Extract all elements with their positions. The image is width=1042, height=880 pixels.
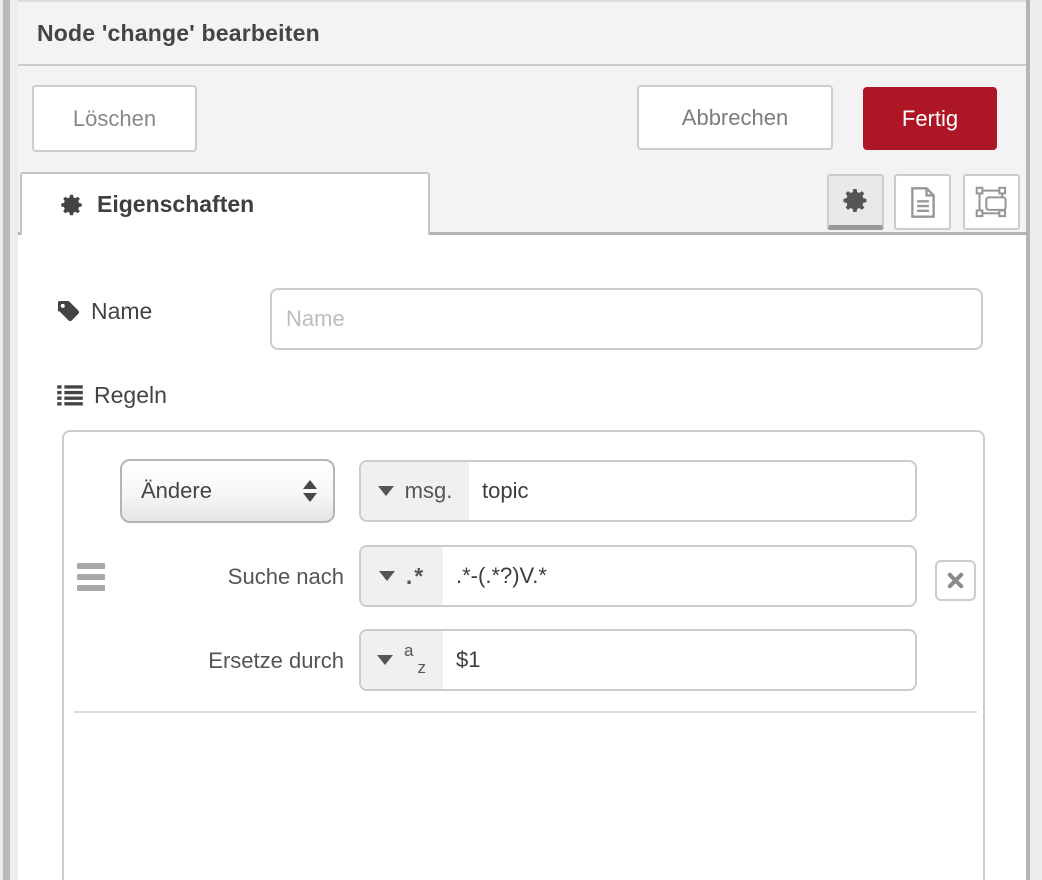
rules-list: Ändere msg. Suche nach [62,430,985,880]
name-input[interactable] [270,288,983,350]
list-icon [57,384,83,407]
property-value-input[interactable] [469,462,915,520]
search-label: Suche nach [227,564,344,589]
replace-type-button[interactable]: a z [361,631,443,689]
rules-label-text: Regeln [94,382,167,408]
appearance-tab-button[interactable] [963,174,1020,230]
rule-action-select[interactable]: Ändere [120,459,335,523]
name-label: Name [57,298,152,325]
rule-search-field: .* [359,545,917,607]
regex-type-icon: .* [405,562,426,589]
dialog-title: Node 'change' bearbeiten [37,19,320,46]
gear-icon [60,193,84,217]
description-tab-button[interactable] [894,174,951,230]
tray-edge-line [1026,0,1030,880]
tab-properties-label: Eigenschaften [97,191,255,217]
doc-icon [910,186,936,218]
properties-form: Name Regeln Ändere [18,235,1026,880]
property-type-button[interactable]: msg. [361,462,469,520]
chevron-down-icon [378,571,395,581]
appearance-icon [975,186,1009,219]
screen: Node 'change' bearbeiten Löschen Abbrech… [0,0,1042,880]
palette-scrollbar[interactable] [3,0,10,880]
gear-icon [842,187,869,214]
properties-tab-button[interactable] [827,174,884,230]
string-type-icon: a z [404,641,426,677]
dialog-header: Node 'change' bearbeiten [18,2,1026,66]
cancel-button[interactable]: Abbrechen [637,85,833,150]
replace-value-input[interactable] [443,631,915,689]
tab-properties[interactable]: Eigenschaften [20,172,430,235]
property-type-label: msg. [404,478,453,503]
replace-label: Ersetze durch [208,648,344,673]
delete-rule-button[interactable] [935,560,976,601]
done-button[interactable]: Fertig [863,87,997,150]
select-spinner-icon [303,480,317,502]
search-value-input[interactable] [443,547,915,605]
rule-item-divider [74,711,977,713]
rule-replace-field: a z [359,629,917,691]
rules-label: Regeln [57,382,167,409]
chevron-down-icon [377,655,393,665]
search-type-button[interactable]: .* [361,547,443,605]
rule-property-field: msg. [359,460,917,522]
tag-icon [57,300,80,323]
rule-action-value: Ändere [141,478,212,503]
chevron-down-icon [377,486,394,496]
edit-change-node-dialog: Node 'change' bearbeiten Löschen Abbrech… [18,0,1026,880]
x-icon [946,571,965,590]
delete-button[interactable]: Löschen [32,85,197,152]
rule-drag-handle[interactable] [77,563,105,591]
name-label-text: Name [91,298,153,324]
